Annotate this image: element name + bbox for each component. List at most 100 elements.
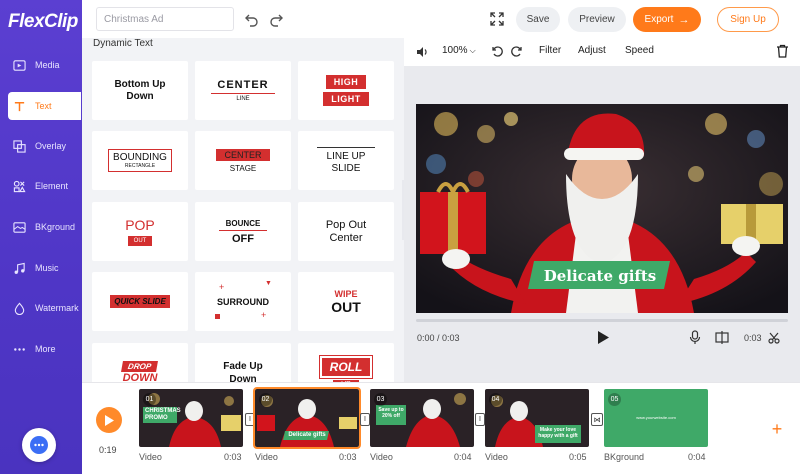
sidebar-item-watermark[interactable]: Watermark	[8, 294, 81, 322]
play-icon[interactable]	[597, 331, 609, 344]
chat-support-button[interactable]	[22, 428, 56, 462]
add-clip-button[interactable]: +	[768, 420, 786, 438]
tile-line-2: Down	[126, 90, 154, 102]
sidebar-item-overlay[interactable]: Overlay	[8, 132, 81, 160]
clip-type-label: Video	[255, 452, 278, 462]
timeline-play-button[interactable]	[96, 407, 122, 433]
sidebar-item-label: BKground	[35, 222, 76, 232]
sidebar-item-label: Element	[35, 181, 69, 191]
transition-button[interactable]: I	[475, 413, 485, 426]
element-icon	[12, 179, 26, 193]
divider	[317, 146, 375, 148]
microphone-icon[interactable]	[689, 330, 701, 345]
video-caption[interactable]: Delicate gifts	[530, 262, 670, 289]
sidebar-item-element[interactable]: Element	[8, 172, 81, 200]
clip-type-label: BKground	[604, 452, 645, 462]
text-style-tile[interactable]: Bottom Up Down	[92, 61, 188, 120]
sidebar-item-label: Watermark	[35, 303, 79, 313]
triangle-icon: ▼	[265, 280, 272, 287]
text-style-tile[interactable]: BOUNDING RECTANGLE	[92, 131, 188, 190]
clip-time: 0:03	[744, 333, 762, 343]
adjust-button[interactable]: Adjust	[578, 45, 606, 56]
total-duration: 0:19	[99, 445, 117, 455]
clip-duration: 0:03	[339, 452, 357, 462]
text-style-tile[interactable]: Fade Up Down	[195, 343, 291, 382]
sidebar-item-media[interactable]: Media	[8, 51, 81, 79]
clip-caption: Delicate gifts	[288, 432, 326, 438]
tile-line-1: LINE UP	[326, 150, 366, 162]
tile-line-1: Pop Out	[325, 218, 367, 231]
timeline-clip[interactable]: 01 CHRISTMAS PROMO	[139, 389, 243, 447]
redo-icon[interactable]	[268, 11, 284, 27]
clip-duration: 0:03	[224, 452, 242, 462]
divider	[219, 229, 267, 231]
timeline: 0:19 01 CHRISTMAS PROMO Video 0:03 I 02 …	[82, 382, 800, 474]
preview-button[interactable]: Preview	[568, 7, 626, 32]
text-style-tile[interactable]: ROLL UP	[298, 343, 394, 382]
save-button[interactable]: Save	[516, 7, 560, 32]
sidebar-item-label: Text	[35, 101, 52, 111]
text-style-tile[interactable]: WIPE OUT	[298, 272, 394, 331]
timeline-clip[interactable]: 05 www.yourwebsite.com	[604, 389, 708, 447]
chevron-down-icon: ⌵	[469, 46, 476, 55]
clip-duration: 0:04	[454, 452, 472, 462]
clip-number: 01	[143, 393, 156, 406]
video-preview[interactable]: Delicate gifts	[416, 104, 788, 313]
tile-line-1: ROLL	[318, 355, 374, 379]
text-style-tile[interactable]: CENTER STAGE	[195, 131, 291, 190]
text-style-tile[interactable]: DROP DOWN	[92, 343, 188, 382]
text-style-tile[interactable]: HIGH LIGHT	[298, 61, 394, 120]
undo-icon[interactable]	[244, 11, 260, 27]
tile-line-2: STAGE	[229, 163, 257, 173]
playback-progress[interactable]	[416, 319, 788, 322]
fullscreen-icon[interactable]	[489, 11, 505, 27]
text-style-tile[interactable]: + ▼ SURROUND +	[195, 272, 291, 331]
tile-line-1: CENTER	[216, 148, 270, 161]
tile-line-2: Center	[329, 231, 363, 244]
timeline-clip[interactable]: 02 Delicate gifts	[253, 387, 361, 449]
speed-button[interactable]: Speed	[625, 45, 654, 56]
text-style-tile[interactable]: BOUNCE OFF	[195, 202, 291, 261]
rotate-left-icon[interactable]	[490, 44, 504, 58]
filter-button[interactable]: Filter	[539, 45, 561, 56]
tile-line-1: SURROUND	[216, 296, 269, 307]
topbar: Save Preview Export → Sign Up	[82, 0, 800, 38]
play-icon	[105, 414, 114, 426]
text-style-tile[interactable]: LINE UP SLIDE	[298, 131, 394, 190]
sidebar-item-music[interactable]: Music	[8, 254, 81, 282]
app-root: FlexClip Media Text Overlay Element BKgr…	[0, 0, 800, 474]
tile-line-1: QUICK SLIDE	[110, 295, 170, 308]
more-icon	[12, 342, 26, 356]
rotate-right-icon[interactable]	[510, 44, 524, 58]
transition-button[interactable]: ⋈	[591, 413, 603, 426]
chat-icon	[30, 436, 48, 454]
tile-line-2: OUT	[331, 298, 361, 315]
transition-button[interactable]: I	[245, 413, 255, 426]
sidebar-item-label: Overlay	[35, 141, 67, 151]
tile-line-1: BOUNCE	[225, 218, 261, 228]
transition-bowtie-icon: ⋈	[593, 416, 601, 424]
timeline-clip[interactable]: 04 Make your love happy with a gift	[485, 389, 589, 447]
background-icon	[12, 220, 26, 234]
scissors-icon[interactable]	[768, 332, 780, 344]
text-style-tile[interactable]: POP OUT	[92, 202, 188, 261]
trash-icon[interactable]	[776, 44, 789, 58]
split-icon[interactable]	[715, 331, 729, 344]
text-style-tile[interactable]: Pop Out Center	[298, 202, 394, 261]
clip-caption: Save up to 20% off	[378, 407, 404, 419]
text-style-tile[interactable]: CENTER LINE	[195, 61, 291, 120]
app-logo[interactable]: FlexClip	[8, 11, 78, 33]
sidebar-item-more[interactable]: More	[8, 335, 81, 363]
volume-icon[interactable]	[415, 45, 429, 59]
export-button[interactable]: Export →	[633, 7, 701, 32]
sidebar-item-bkground[interactable]: BKground	[8, 213, 81, 241]
signup-button[interactable]: Sign Up	[717, 7, 779, 32]
clip-number: 05	[608, 393, 621, 406]
sidebar-item-text[interactable]: Text	[8, 92, 81, 120]
transition-button[interactable]: I	[360, 413, 370, 426]
zoom-dropdown[interactable]: 100% ⌵	[442, 45, 476, 56]
project-title-input[interactable]	[96, 7, 234, 31]
timeline-clip[interactable]: 03 Save up to 20% off	[370, 389, 474, 447]
text-style-tile[interactable]: QUICK SLIDE	[92, 272, 188, 331]
clip-number: 03	[374, 393, 387, 406]
